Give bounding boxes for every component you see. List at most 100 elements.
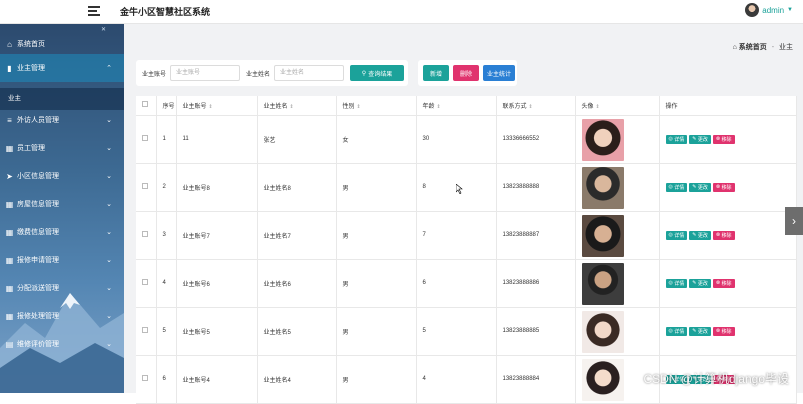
delete-button[interactable]: 删除 xyxy=(453,65,479,81)
main-content: ⌂ 系统首页 - 业主 业主账号 业主账号 业主姓名 业主姓名 ⚲ 查询结果 新… xyxy=(124,24,803,404)
sidebar-item-community[interactable]: ➤ 小区信息管理 ⌄ xyxy=(0,162,124,190)
cell-account: 业主账号4 xyxy=(176,355,258,404)
add-button[interactable]: 新增 xyxy=(423,65,449,81)
edit-button[interactable]: ✎ 更改 xyxy=(689,134,711,144)
cell-name: 业主姓名4 xyxy=(257,355,337,404)
grid-icon: ▦ xyxy=(5,311,14,321)
avatar xyxy=(745,3,760,17)
chevron-down-icon: ⌄ xyxy=(106,285,112,292)
cell-phone: 13823888884 xyxy=(496,355,576,404)
cell-index: 2 xyxy=(156,163,177,212)
row-checkbox[interactable] xyxy=(142,183,148,189)
account-input[interactable]: 业主账号 xyxy=(170,65,240,81)
detail-icon: ◎ xyxy=(668,280,673,286)
sidebar: ✕ ⌂ 系统首页 ▮ 业主管理 ⌃ 业主 ≡ 外访人员管理 ⌄ ▦ 员工管理 ⌄… xyxy=(0,24,124,393)
col-account[interactable]: 业主账号 ⇕ xyxy=(176,96,258,116)
col-phone[interactable]: 联系方式 ⇕ xyxy=(496,96,576,116)
avatar-photo[interactable] xyxy=(581,119,624,161)
edit-button[interactable]: ✎ 更改 xyxy=(689,230,711,240)
detail-button[interactable]: ◎ 详情 xyxy=(665,134,688,144)
avatar-photo[interactable] xyxy=(581,359,624,401)
clipboard-icon: ▤ xyxy=(5,339,14,349)
remove-button[interactable]: ⊗ 移除 xyxy=(712,134,735,144)
col-photo[interactable]: 头像 ⇕ xyxy=(575,96,660,116)
edit-icon: ✎ xyxy=(692,232,697,238)
table-row[interactable]: 5 业主账号5 业主姓名5 男 5 13823888885 ◎ 详情 ✎ 更改 ⊗ 移除 xyxy=(136,307,797,356)
table-row[interactable]: 1 11 张艺女 30 13336666552 ◎ 详情 ✎ 更改 ⊗ 移除 xyxy=(136,115,797,164)
edit-icon: ✎ xyxy=(692,136,697,142)
remove-icon: ⊗ xyxy=(715,328,721,334)
username: admin xyxy=(762,5,785,15)
edit-button[interactable]: ✎ 更改 xyxy=(689,278,711,288)
cell-index: 1 xyxy=(156,115,177,164)
sidebar-item-review[interactable]: ▤ 维修评价管理 ⌄ xyxy=(0,330,124,358)
chevron-down-icon: ⌄ xyxy=(106,313,112,320)
name-input[interactable]: 业主姓名 xyxy=(274,65,344,81)
table-row[interactable]: 2 业主账号8 业主姓名8 男 8 13823888888 ◎ 详情 ✎ 更改 ⊗ 移除 xyxy=(136,163,797,212)
avatar-photo[interactable] xyxy=(581,167,624,209)
col-index: 序号 xyxy=(156,96,177,116)
edit-icon: ✎ xyxy=(692,184,697,190)
remove-button[interactable]: ⊗ 移除 xyxy=(712,278,735,288)
sidebar-item-repair-request[interactable]: ▦ 报修申请管理 ⌄ xyxy=(0,246,124,274)
avatar-photo[interactable] xyxy=(581,263,624,305)
query-button[interactable]: ⚲ 查询结果 xyxy=(350,65,404,81)
detail-button[interactable]: ◎ 详情 xyxy=(665,182,688,192)
cell-gender: 男 xyxy=(336,259,417,308)
sidebar-item-fee[interactable]: ▦ 缴费信息管理 ⌄ xyxy=(0,218,124,246)
cell-index: 4 xyxy=(156,259,177,308)
remove-button[interactable]: ⊗ 移除 xyxy=(712,230,735,240)
table-row[interactable]: 4 业主账号6 业主姓名6 男 6 13823888886 ◎ 详情 ✎ 更改 ⊗ 移除 xyxy=(136,259,797,308)
cell-gender: 男 xyxy=(336,163,417,212)
sidebar-item-staff[interactable]: ▦ 员工管理 ⌄ xyxy=(0,134,124,162)
stats-button[interactable]: 业主统计 xyxy=(483,65,515,81)
row-checkbox[interactable] xyxy=(142,135,148,141)
table-row[interactable]: 3 业主账号7 业主姓名7 男 7 13823888887 ◎ 详情 ✎ 更改 ⊗ 移除 xyxy=(136,211,797,260)
sort-icon: ⇕ xyxy=(436,103,441,110)
menu-toggle-icon[interactable] xyxy=(88,4,102,18)
name-label: 业主姓名 xyxy=(246,72,271,78)
row-checkbox[interactable] xyxy=(142,279,148,285)
detail-button[interactable]: ◎ 详情 xyxy=(665,326,688,336)
col-gender[interactable]: 性别 ⇕ xyxy=(336,96,417,116)
cell-account: 业主账号8 xyxy=(176,163,258,212)
search-icon: ⚲ xyxy=(361,70,367,77)
breadcrumb-home[interactable]: 系统首页 xyxy=(739,44,767,51)
remove-button[interactable]: ⊗ 移除 xyxy=(712,326,735,336)
cell-phone: 13336666552 xyxy=(496,115,576,164)
detail-icon: ◎ xyxy=(668,136,673,142)
detail-button[interactable]: ◎ 详情 xyxy=(665,230,688,240)
sidebar-item-repair-process[interactable]: ▦ 报修处理管理 ⌄ xyxy=(0,302,124,330)
sidebar-item-owner[interactable]: ▮ 业主管理 ⌃ xyxy=(0,54,124,82)
sidebar-item-house[interactable]: ▦ 房屋信息管理 ⌄ xyxy=(0,190,124,218)
cell-phone: 13823888888 xyxy=(496,163,576,212)
col-name[interactable]: 业主姓名 ⇕ xyxy=(257,96,337,116)
col-age[interactable]: 年龄 ⇕ xyxy=(416,96,497,116)
row-checkbox[interactable] xyxy=(142,327,148,333)
top-bar: 金牛小区智慧社区系统 admin ▼ xyxy=(0,0,803,24)
next-arrow-button[interactable]: › xyxy=(785,207,803,235)
cell-phone: 13823888886 xyxy=(496,259,576,308)
cell-name: 业主姓名6 xyxy=(257,259,337,308)
sidebar-item-visitor[interactable]: ≡ 外访人员管理 ⌄ xyxy=(0,106,124,134)
edit-button[interactable]: ✎ 更改 xyxy=(689,326,711,336)
remove-icon: ⊗ xyxy=(715,184,721,190)
edit-button[interactable]: ✎ 更改 xyxy=(689,182,711,192)
breadcrumb-separator: - xyxy=(771,44,775,51)
grid-icon: ▦ xyxy=(5,227,14,237)
user-menu[interactable]: admin ▼ xyxy=(745,3,793,17)
cell-account: 业主账号7 xyxy=(176,211,258,260)
avatar-photo[interactable] xyxy=(581,215,624,257)
row-checkbox[interactable] xyxy=(142,375,148,381)
remove-button[interactable]: ⊗ 移除 xyxy=(712,182,735,192)
sort-icon: ⇕ xyxy=(356,103,361,110)
row-checkbox[interactable] xyxy=(142,231,148,237)
avatar-photo[interactable] xyxy=(581,311,624,353)
detail-button[interactable]: ◎ 详情 xyxy=(665,278,688,288)
account-label: 业主账号 xyxy=(142,72,167,78)
select-all-checkbox[interactable] xyxy=(142,101,148,108)
chevron-down-icon: ⌄ xyxy=(106,145,112,152)
sort-icon: ⇕ xyxy=(528,103,533,110)
send-icon: ➤ xyxy=(6,171,13,181)
sidebar-item-dispatch[interactable]: ▦ 分配派送管理 ⌄ xyxy=(0,274,124,302)
